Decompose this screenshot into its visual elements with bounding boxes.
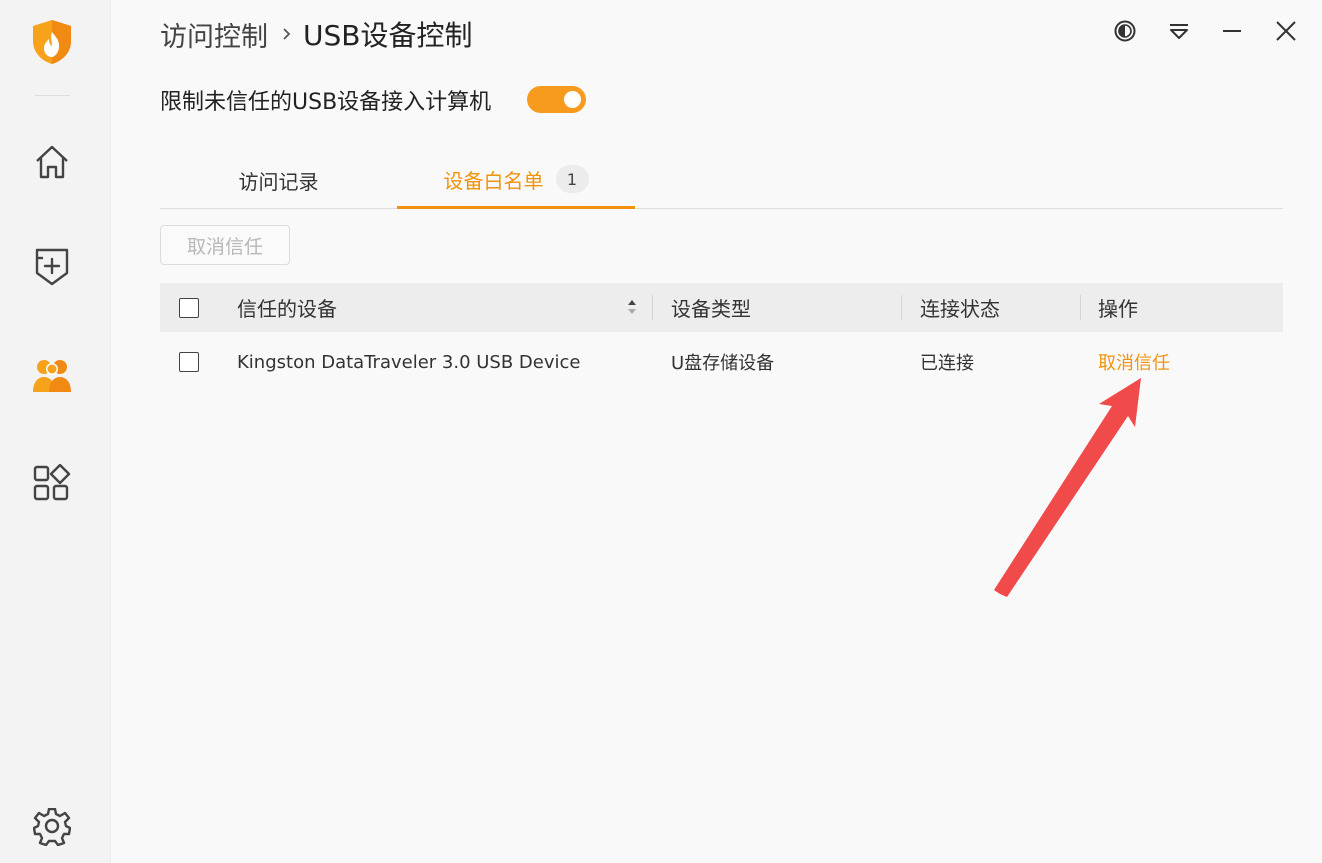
cell-device-type: U盘存储设备: [671, 353, 775, 374]
users-icon: [33, 360, 71, 392]
select-all-checkbox[interactable]: [179, 298, 199, 318]
tab-device-whitelist[interactable]: 设备白名单 1: [397, 152, 635, 209]
row-checkbox[interactable]: [179, 352, 199, 372]
sidebar: [0, 0, 111, 863]
tab-access-records[interactable]: 访问记录: [160, 152, 397, 209]
column-header-device: 信任的设备: [237, 297, 337, 321]
untrust-link[interactable]: 取消信任: [1098, 332, 1170, 392]
column-divider: [901, 295, 902, 320]
tab-label: 设备白名单: [443, 168, 544, 193]
sidebar-item-settings[interactable]: [25, 800, 79, 854]
cell-connection-status: 已连接: [920, 353, 974, 374]
table-row: Kingston DataTraveler 3.0 USB Device U盘存…: [160, 332, 1283, 392]
sidebar-item-apps[interactable]: [25, 456, 79, 510]
shield-plus-icon: [35, 248, 69, 286]
untrust-selected-button[interactable]: 取消信任: [160, 225, 290, 265]
tab-bar: 访问记录 设备白名单 1: [160, 152, 1283, 209]
apps-icon: [33, 464, 71, 501]
sidebar-item-access-control[interactable]: [25, 348, 79, 402]
home-icon: [36, 145, 68, 179]
minimize-icon: [1223, 30, 1241, 32]
settings-icon: [33, 808, 71, 846]
restriction-label: 限制未信任的USB设备接入计算机: [160, 90, 492, 115]
app-logo-icon: [31, 19, 73, 65]
column-header-action: 操作: [1098, 297, 1138, 321]
chevron-right-icon: [282, 27, 291, 41]
table-header: 信任的设备 设备类型 连接状态 操作: [160, 283, 1283, 332]
whitelist-table: 信任的设备 设备类型 连接状态 操作 Kingston DataTraveler…: [160, 283, 1283, 392]
menu-button[interactable]: [1164, 16, 1194, 46]
sidebar-item-protection[interactable]: [25, 240, 79, 294]
cell-device-name: Kingston DataTraveler 3.0 USB Device: [237, 351, 581, 373]
breadcrumb: 访问控制 USB设备控制: [160, 14, 472, 54]
page-title: USB设备控制: [303, 19, 473, 52]
sidebar-divider: [35, 95, 70, 96]
theme-icon: [1114, 20, 1136, 42]
column-divider: [652, 295, 653, 320]
column-divider: [1080, 295, 1081, 320]
close-icon: [1276, 21, 1296, 41]
count-badge: 1: [555, 165, 589, 193]
sort-icon[interactable]: [626, 297, 638, 317]
minimize-button[interactable]: [1217, 16, 1247, 46]
annotation-arrow-icon: [994, 378, 1141, 597]
app-window: 访问控制 USB设备控制 限制未信任的USB设备接入计算机 访问记录 设备白名单…: [0, 0, 1322, 863]
sidebar-item-home[interactable]: [25, 135, 79, 189]
column-header-status: 连接状态: [920, 297, 1000, 321]
close-button[interactable]: [1271, 16, 1301, 46]
tab-label: 访问记录: [238, 170, 319, 194]
menu-icon: [1170, 24, 1188, 39]
theme-button[interactable]: [1110, 16, 1140, 46]
restriction-toggle[interactable]: [527, 86, 586, 113]
column-header-type: 设备类型: [671, 297, 751, 321]
breadcrumb-parent[interactable]: 访问控制: [160, 15, 268, 54]
toggle-knob: [564, 91, 581, 108]
